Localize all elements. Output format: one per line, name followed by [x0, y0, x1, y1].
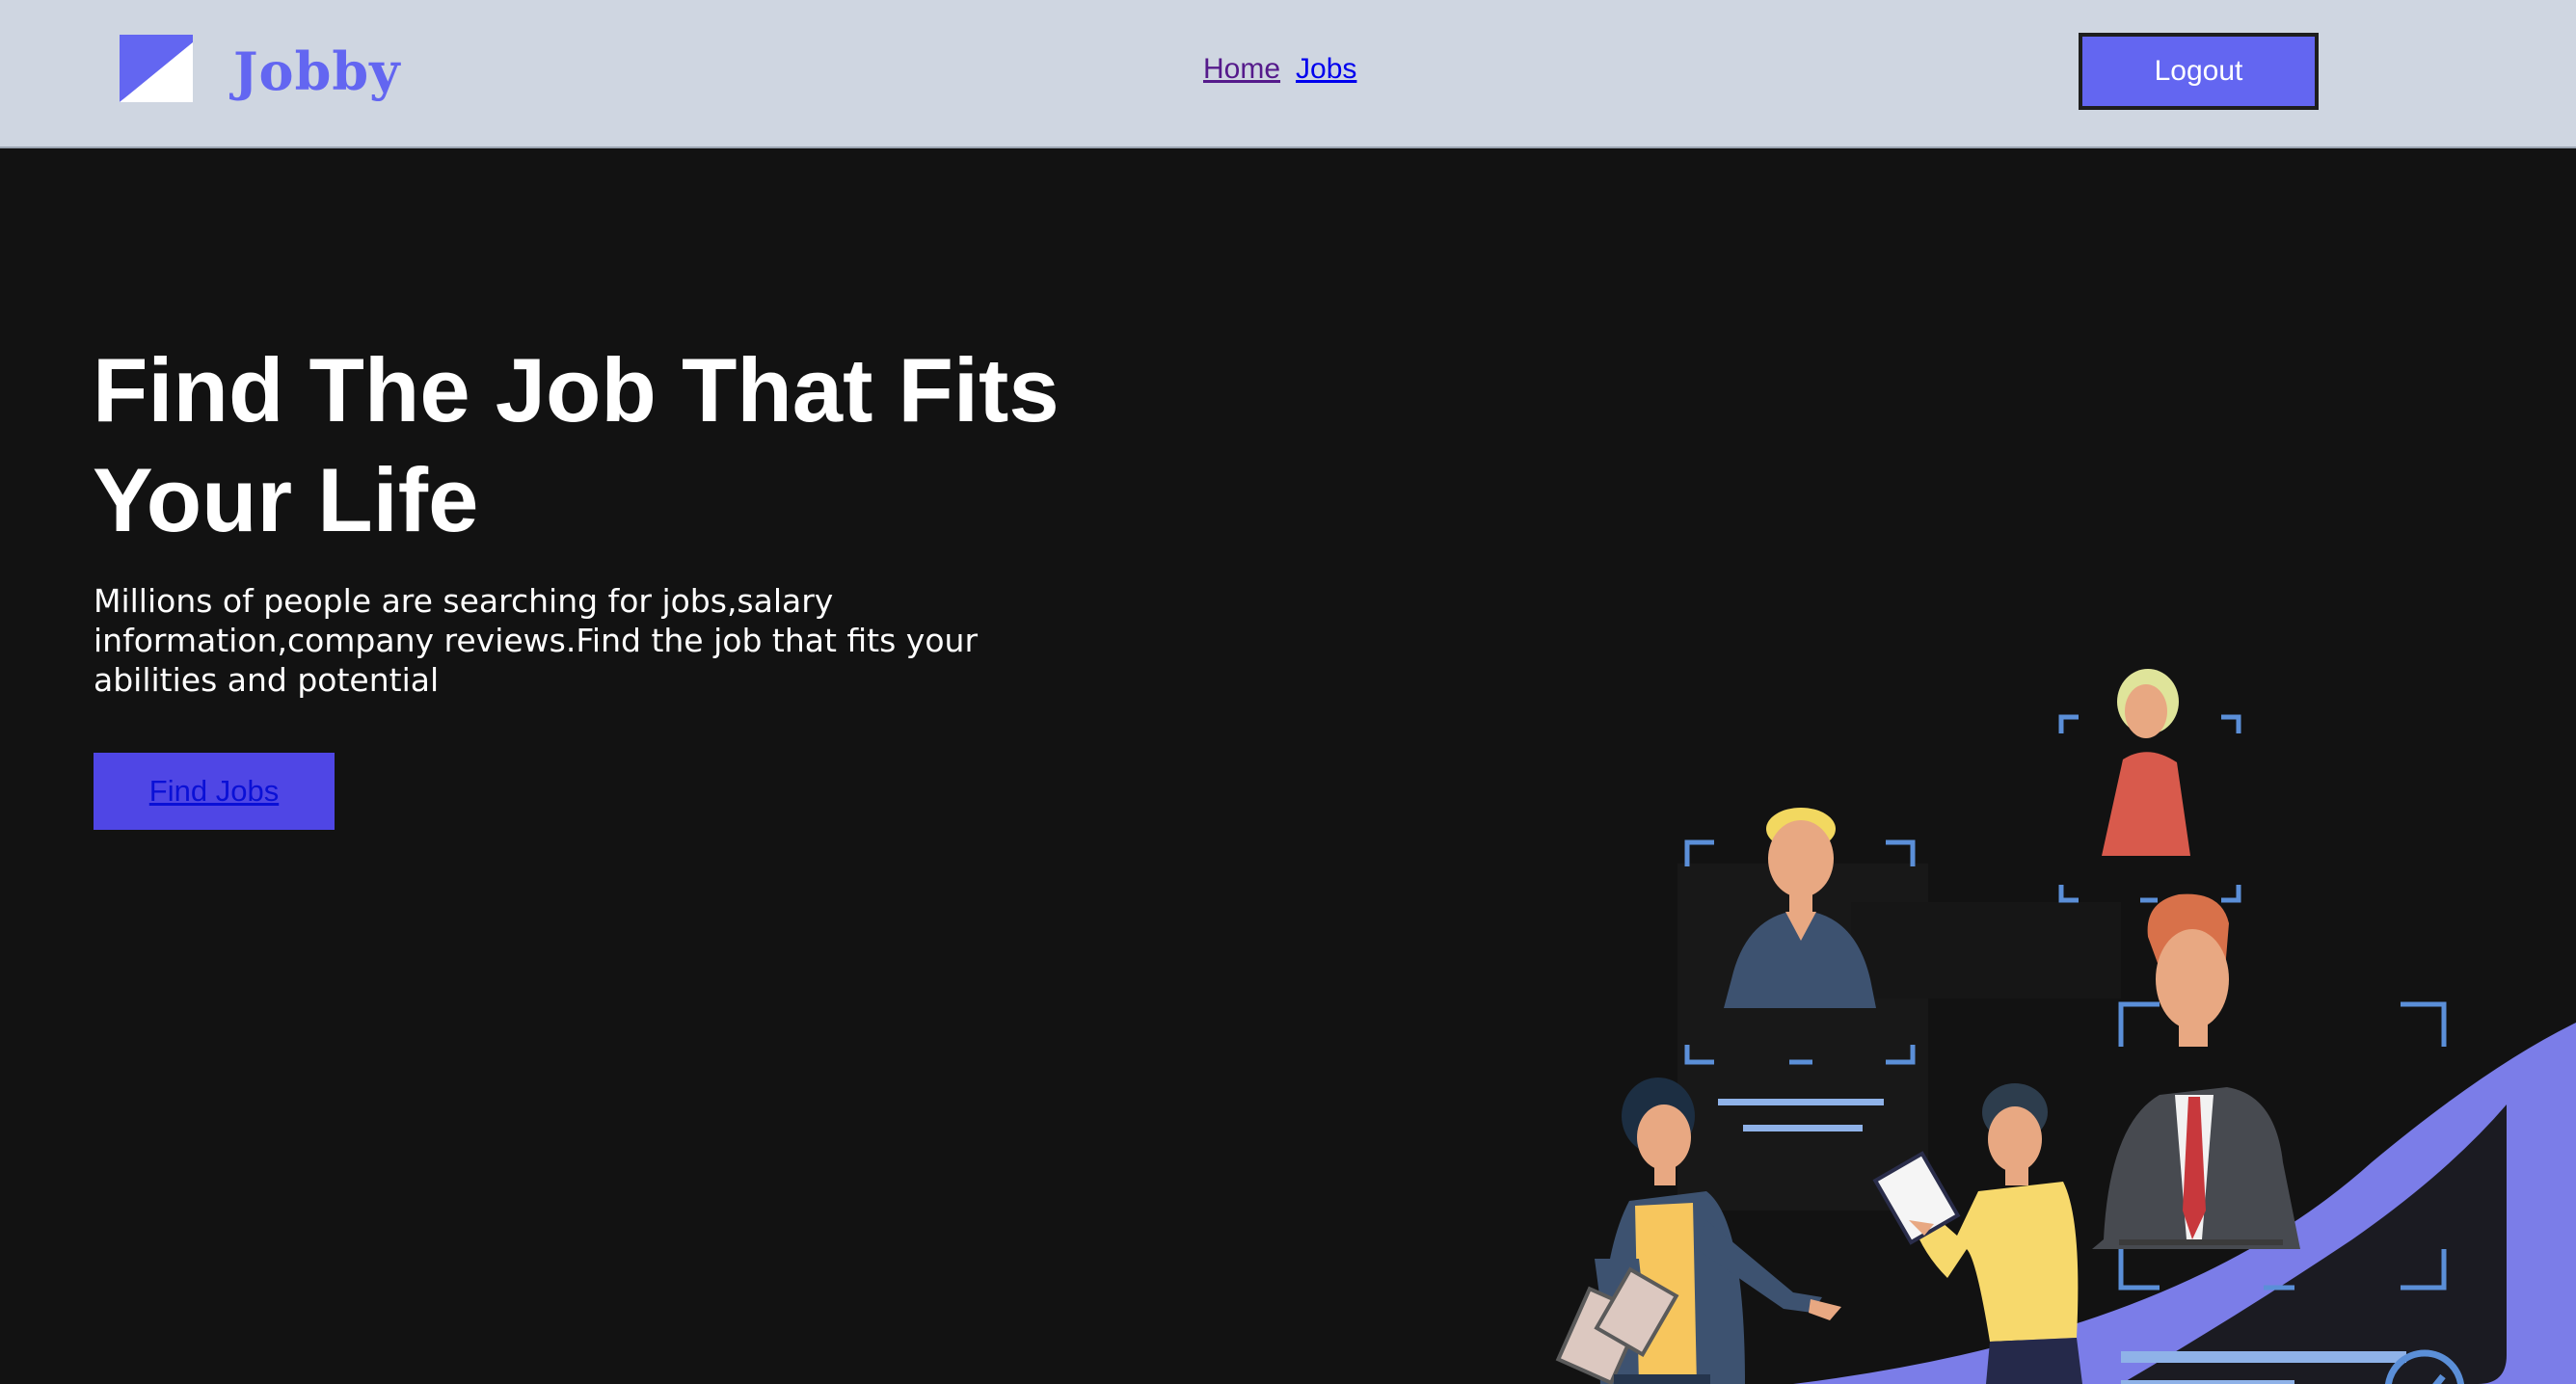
logo-link[interactable]: Jobby — [120, 33, 409, 110]
logo-text: Jobby — [233, 40, 401, 102]
hero-description: Millions of people are searching for job… — [94, 582, 979, 699]
nav-link-home[interactable]: Home — [1203, 52, 1280, 87]
nav-links: Home Jobs — [1203, 52, 1356, 87]
logout-button[interactable]: Logout — [2079, 33, 2319, 110]
jobby-logo-icon — [120, 35, 193, 102]
hero-section: Find The Job That Fits Your Life Million… — [0, 150, 2576, 1384]
nav-link-jobs[interactable]: Jobs — [1296, 52, 1356, 87]
job-candidates-illustration — [1555, 669, 2576, 1384]
find-jobs-label: Find Jobs — [148, 774, 280, 808]
find-jobs-button[interactable]: Find Jobs — [94, 753, 335, 830]
navbar: Jobby Home Jobs Logout — [0, 0, 2576, 148]
hero-title: Find The Job That Fits Your Life — [93, 339, 1060, 550]
